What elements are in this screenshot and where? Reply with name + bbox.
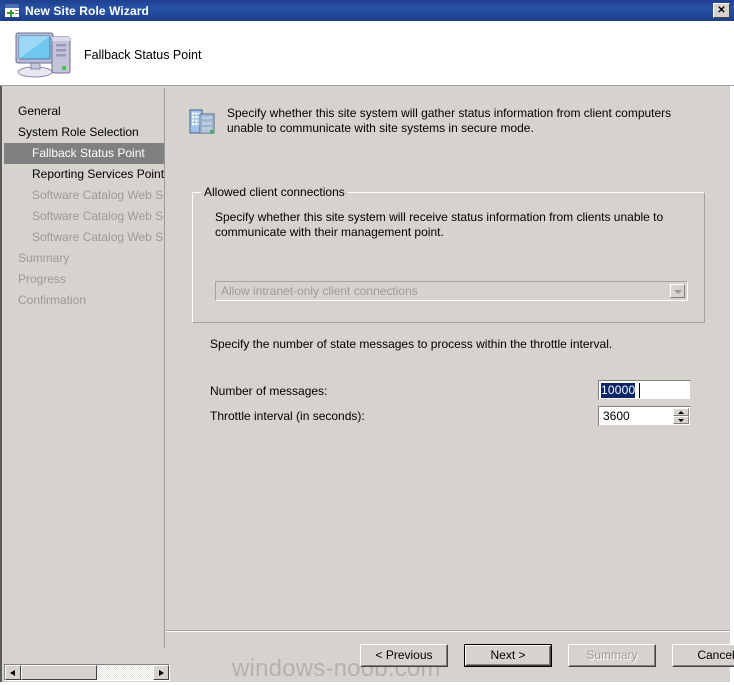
client-connections-dropdown-value: Allow intranet-only client connections xyxy=(221,284,418,298)
next-button-label: Next > xyxy=(490,648,526,662)
stepper-up-icon[interactable] xyxy=(673,408,689,416)
window-title: New Site Role Wizard xyxy=(25,3,149,18)
text-caret xyxy=(639,383,640,398)
throttle-interval-input[interactable]: 3600 xyxy=(598,406,691,426)
next-button[interactable]: Next > xyxy=(464,644,552,667)
close-icon[interactable]: ✕ xyxy=(713,3,730,18)
chevron-down-icon[interactable] xyxy=(670,284,685,298)
throttle-interval-label: Throttle interval (in seconds): xyxy=(210,409,365,423)
group-legend: Allowed client connections xyxy=(201,185,348,199)
number-of-messages-label: Number of messages: xyxy=(210,384,328,398)
sidebar-bottom-fill xyxy=(4,648,166,662)
sidebar-item-summary: Summary xyxy=(18,251,70,265)
sidebar-item-software-catalog-web-site: Software Catalog Web Site xyxy=(32,230,165,244)
sidebar-item-progress: Progress xyxy=(18,272,67,286)
previous-button[interactable]: < Previous xyxy=(360,644,448,667)
horizontal-scrollbar[interactable] xyxy=(4,664,170,681)
throttle-interval-value: 3600 xyxy=(603,409,630,423)
sidebar-item-general[interactable]: General xyxy=(4,101,164,122)
number-of-messages-input[interactable]: 10000 xyxy=(598,380,691,400)
client-connections-dropdown[interactable]: Allow intranet-only client connections xyxy=(215,281,688,301)
throttle-description: Specify the number of state messages to … xyxy=(210,337,613,351)
intro-text: Specify whether this site system will ga… xyxy=(227,106,672,135)
number-of-messages-value: 10000 xyxy=(601,383,636,398)
server-building-icon xyxy=(189,109,215,134)
group-description: Specify whether this site system will re… xyxy=(215,210,664,239)
page-title: Fallback Status Point xyxy=(84,48,202,62)
wizard-window: New Site Role Wizard ✕ Fallback Status P… xyxy=(0,0,734,685)
footer-divider xyxy=(166,630,730,632)
sidebar-item-software-catalog-web-service-1: Software Catalog Web Ser xyxy=(32,188,165,202)
wizard-step-list: General System Role Selection Fallback S… xyxy=(4,88,165,648)
window-frame-left xyxy=(0,21,2,685)
arrow-left-icon[interactable] xyxy=(5,665,21,680)
summary-button: Summary xyxy=(568,644,656,667)
sidebar-item-fallback-status-point[interactable]: Fallback Status Point xyxy=(4,143,164,164)
title-bar: New Site Role Wizard ✕ xyxy=(0,0,734,21)
previous-button-label: < Previous xyxy=(375,648,433,662)
wizard-header: Fallback Status Point xyxy=(0,21,734,86)
new-window-icon xyxy=(4,3,20,18)
window-frame-right xyxy=(730,21,734,685)
sidebar-item-software-catalog-web-service-2: Software Catalog Web Ser xyxy=(32,209,165,223)
wizard-button-bar: < Previous Next > Summary Cancel xyxy=(360,644,734,667)
sidebar-item-reporting-services-point[interactable]: Reporting Services Point xyxy=(4,164,164,185)
throttle-interval-stepper[interactable] xyxy=(673,408,689,424)
stepper-down-icon[interactable] xyxy=(673,416,689,424)
sidebar-item-system-role-selection[interactable]: System Role Selection xyxy=(4,122,164,143)
sidebar-item-confirmation: Confirmation xyxy=(18,293,87,307)
cancel-button[interactable]: Cancel xyxy=(672,644,734,667)
intro-block: Specify whether this site system will ga… xyxy=(188,106,708,135)
scrollbar-thumb[interactable] xyxy=(21,665,97,680)
allowed-client-connections-group: Allowed client connections Specify wheth… xyxy=(192,185,705,323)
arrow-right-icon[interactable] xyxy=(153,665,169,680)
wizard-content: Specify whether this site system will ga… xyxy=(166,88,730,628)
cancel-button-label: Cancel xyxy=(697,648,734,662)
summary-button-label: Summary xyxy=(586,648,638,662)
computer-monitor-icon xyxy=(15,32,71,78)
